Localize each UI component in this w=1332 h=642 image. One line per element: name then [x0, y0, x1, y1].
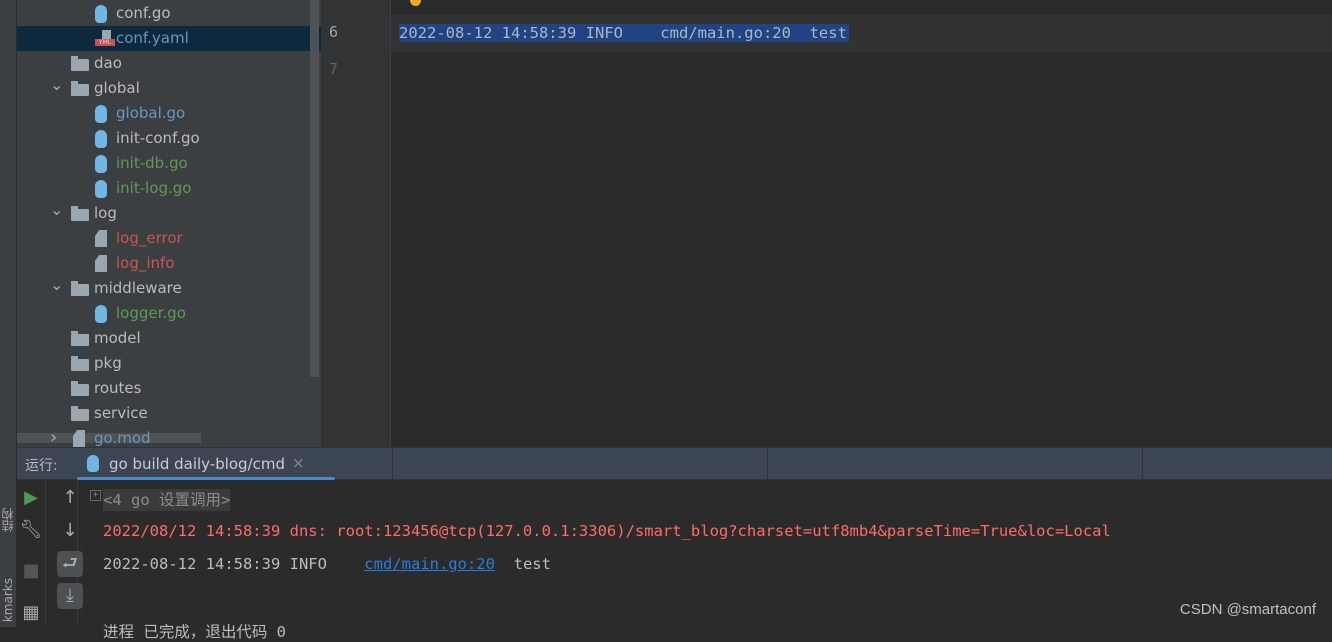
console-exit-line: 进程 已完成，退出代码 0	[103, 623, 286, 641]
folder-icon	[71, 81, 89, 96]
arrow-up-icon[interactable]: ↑	[57, 485, 83, 511]
tree-item-label: log_info	[116, 254, 175, 272]
file-icon	[73, 430, 85, 447]
close-icon[interactable]: ×	[292, 454, 305, 472]
tree-item[interactable]: conf.go	[17, 1, 321, 26]
tree-item[interactable]: global.go	[17, 101, 321, 126]
gopher-icon	[95, 155, 107, 173]
selected-text[interactable]: 2022-08-12 14:58:39 INFO cmd/main.go:20 …	[399, 24, 849, 42]
file-icon	[95, 255, 107, 272]
line-number: 6	[329, 23, 339, 41]
tree-item-label: go.mod	[94, 429, 151, 447]
tree-item-label: logger.go	[116, 304, 186, 322]
gopher-icon	[95, 5, 107, 23]
file-icon	[95, 230, 107, 247]
tree-item[interactable]: ⌄ middleware	[17, 275, 321, 301]
tree-item[interactable]: › go.mod	[17, 426, 321, 447]
folder-icon	[71, 281, 89, 296]
tree-item-label: service	[94, 404, 148, 422]
tree-item[interactable]: log_info	[17, 251, 321, 276]
run-tab-title: go build daily-blog/cmd	[109, 455, 286, 473]
folder-icon	[71, 356, 89, 371]
tree-item-label: init-conf.go	[116, 129, 200, 147]
run-panel-header: 运行: go build daily-blog/cmd ×	[17, 447, 1332, 481]
tree-item-label: dao	[94, 54, 122, 72]
tree-item-label: global.go	[116, 104, 186, 122]
tree-item[interactable]: YML conf.yaml	[17, 26, 321, 51]
tree-item[interactable]: dao	[17, 51, 321, 76]
tree-item[interactable]: model	[17, 326, 321, 351]
tree-item[interactable]: service	[17, 401, 321, 426]
folder-icon	[71, 381, 89, 396]
structure-tab[interactable]: 结构	[0, 508, 17, 532]
gopher-icon	[95, 305, 107, 323]
tree-item[interactable]: init-conf.go	[17, 126, 321, 151]
tool-window-strip: 结构 kmarks	[0, 0, 17, 627]
layout-icon[interactable]: ▦	[18, 600, 44, 626]
soft-wrap-icon[interactable]: ⮐	[57, 551, 83, 577]
info-suffix: test	[494, 555, 551, 573]
arrow-down-icon[interactable]: ↓	[57, 518, 83, 544]
line-number: 7	[329, 60, 339, 78]
tree-item-label: global	[94, 79, 140, 97]
stop-icon[interactable]: ■	[18, 558, 44, 584]
yaml-icon: YML	[95, 30, 115, 46]
run-toolbar: ▶ 🔧︎ ■ ▦	[17, 480, 46, 627]
chevron-right-icon[interactable]: ›	[50, 425, 62, 447]
console-toolbar: ↑ ↓ ⮐ ⤓	[46, 480, 83, 627]
chevron-down-icon[interactable]: ⌄	[50, 197, 63, 222]
wrench-icon[interactable]: 🔧︎	[18, 517, 44, 543]
watermark: CSDN @smartaconf	[1179, 601, 1316, 618]
tree-item-label: pkg	[94, 354, 122, 372]
console-output[interactable]: + <4 go 设置调用> 2022/08/12 14:58:39 dns: r…	[88, 480, 1332, 641]
gopher-icon	[87, 455, 99, 472]
tree-item-label: middleware	[94, 279, 182, 297]
tree-item-label: routes	[94, 379, 142, 397]
rerun-icon[interactable]: ▶	[18, 485, 44, 511]
run-tab[interactable]: go build daily-blog/cmd ×	[77, 448, 335, 481]
folder-icon	[71, 331, 89, 346]
source-link[interactable]: cmd/main.go:20	[364, 555, 495, 573]
tree-item[interactable]: ⌄ log	[17, 200, 321, 226]
scroll-to-end-icon[interactable]: ⤓	[57, 583, 83, 609]
tree-item[interactable]: routes	[17, 376, 321, 401]
run-label: 运行:	[25, 458, 58, 474]
tree-item-label: init-log.go	[116, 179, 192, 197]
gopher-icon	[95, 180, 107, 198]
tree-item-label: init-db.go	[116, 154, 188, 172]
bookmarks-tab[interactable]: kmarks	[0, 578, 17, 622]
folder-icon	[71, 56, 89, 71]
project-tree: conf.go YML conf.yaml dao ⌄ global global.go in…	[17, 0, 321, 447]
tree-item[interactable]: logger.go	[17, 301, 321, 326]
console-error-line: 2022/08/12 14:58:39 dns: root:123456@tcp…	[103, 522, 1111, 540]
fold-expand-icon[interactable]: +	[90, 490, 101, 501]
editor-gutter: 6 7	[321, 0, 391, 447]
lightbulb-icon[interactable]	[410, 0, 421, 6]
code-line: 2022-08-12 14:58:39 INFO cmd/main.go:20 …	[399, 15, 849, 52]
tree-item[interactable]: log_error	[17, 226, 321, 251]
info-prefix: 2022-08-12 14:58:39 INFO	[103, 555, 365, 573]
tree-item[interactable]: init-db.go	[17, 151, 321, 176]
console-info-line: 2022-08-12 14:58:39 INFO cmd/main.go:20 …	[103, 555, 551, 573]
tree-item-label: conf.go	[116, 4, 171, 22]
tree-item-label: conf.yaml	[116, 29, 189, 47]
tree-item-label: model	[94, 329, 141, 347]
tree-item[interactable]: init-log.go	[17, 176, 321, 201]
tree-item-label: log	[94, 204, 117, 222]
tree-scrollbar[interactable]	[310, 0, 319, 377]
gopher-icon	[95, 105, 107, 123]
chevron-down-icon[interactable]: ⌄	[50, 72, 63, 97]
gopher-icon	[95, 130, 107, 148]
tree-item[interactable]: pkg	[17, 351, 321, 376]
folded-lines[interactable]: <4 go 设置调用>	[103, 489, 231, 511]
chevron-down-icon[interactable]: ⌄	[50, 272, 63, 297]
folder-icon	[71, 406, 89, 421]
editor[interactable]: 2022-08-12 14:58:39 INFO cmd/main.go:20 …	[391, 0, 1332, 447]
tree-item[interactable]: ⌄ global	[17, 75, 321, 101]
folder-icon	[71, 206, 89, 221]
tree-item-label: log_error	[116, 229, 183, 247]
